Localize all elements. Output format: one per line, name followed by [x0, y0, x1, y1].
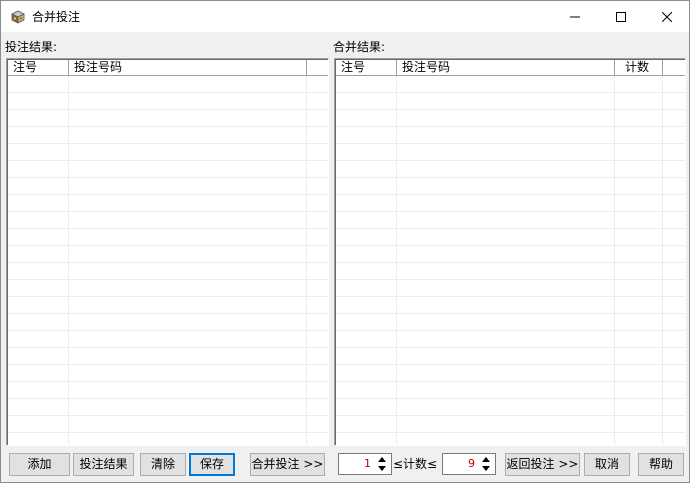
window-title: 合并投注 [32, 10, 81, 24]
count-max-value: 9 [468, 457, 475, 470]
column-header-bet-no[interactable]: 注号 [8, 60, 69, 76]
column-divider [662, 76, 663, 445]
column-header-count[interactable]: 计数 [615, 60, 663, 76]
count-range-label: ≤计数≤ [393, 457, 438, 471]
stepper-arrows[interactable] [478, 454, 495, 474]
column-divider [306, 76, 307, 445]
count-max-stepper[interactable]: 9 [442, 453, 496, 475]
maximize-button[interactable] [598, 1, 644, 32]
close-icon [662, 11, 672, 22]
bet-results-grid[interactable]: 注号 投注号码 [6, 58, 329, 446]
cancel-button[interactable]: 取消 [584, 453, 630, 476]
count-min-value: 1 [364, 457, 371, 470]
column-header-blank [307, 60, 328, 76]
stepper-arrows[interactable] [374, 454, 391, 474]
grid-rows [336, 76, 685, 445]
arrow-down-icon[interactable] [378, 466, 386, 471]
count-min-stepper[interactable]: 1 [338, 453, 392, 475]
minimize-icon [570, 16, 580, 17]
app-icon [10, 9, 26, 25]
merge-results-label: 合并结果: [333, 40, 386, 54]
grid-rows [8, 76, 328, 445]
return-bets-button[interactable]: 返回投注 >> [505, 453, 580, 476]
column-divider [396, 76, 397, 445]
merge-bets-window: 合并投注 投注结果: 注号 投注号码 合并结果: 注号 投注号码 计数 添加 投… [0, 0, 690, 483]
arrow-up-icon[interactable] [378, 457, 386, 462]
merge-results-grid[interactable]: 注号 投注号码 计数 [334, 58, 686, 446]
column-header-bet-no[interactable]: 注号 [336, 60, 397, 76]
column-header-bet-numbers[interactable]: 投注号码 [69, 60, 307, 76]
add-button[interactable]: 添加 [9, 453, 70, 476]
save-button[interactable]: 保存 [189, 453, 235, 476]
close-button[interactable] [644, 1, 690, 32]
help-button[interactable]: 帮助 [638, 453, 684, 476]
bet-results-button[interactable]: 投注结果 [73, 453, 134, 476]
merge-bets-button[interactable]: 合并投注 >> [250, 453, 325, 476]
minimize-button[interactable] [552, 1, 598, 32]
column-header-blank [663, 60, 685, 76]
title-bar[interactable]: 合并投注 [1, 1, 689, 32]
bet-results-label: 投注结果: [5, 40, 58, 54]
column-header-bet-numbers[interactable]: 投注号码 [397, 60, 615, 76]
arrow-down-icon[interactable] [482, 466, 490, 471]
column-divider [68, 76, 69, 445]
clear-button[interactable]: 清除 [140, 453, 186, 476]
arrow-up-icon[interactable] [482, 457, 490, 462]
maximize-icon [616, 11, 626, 22]
column-divider [614, 76, 615, 445]
